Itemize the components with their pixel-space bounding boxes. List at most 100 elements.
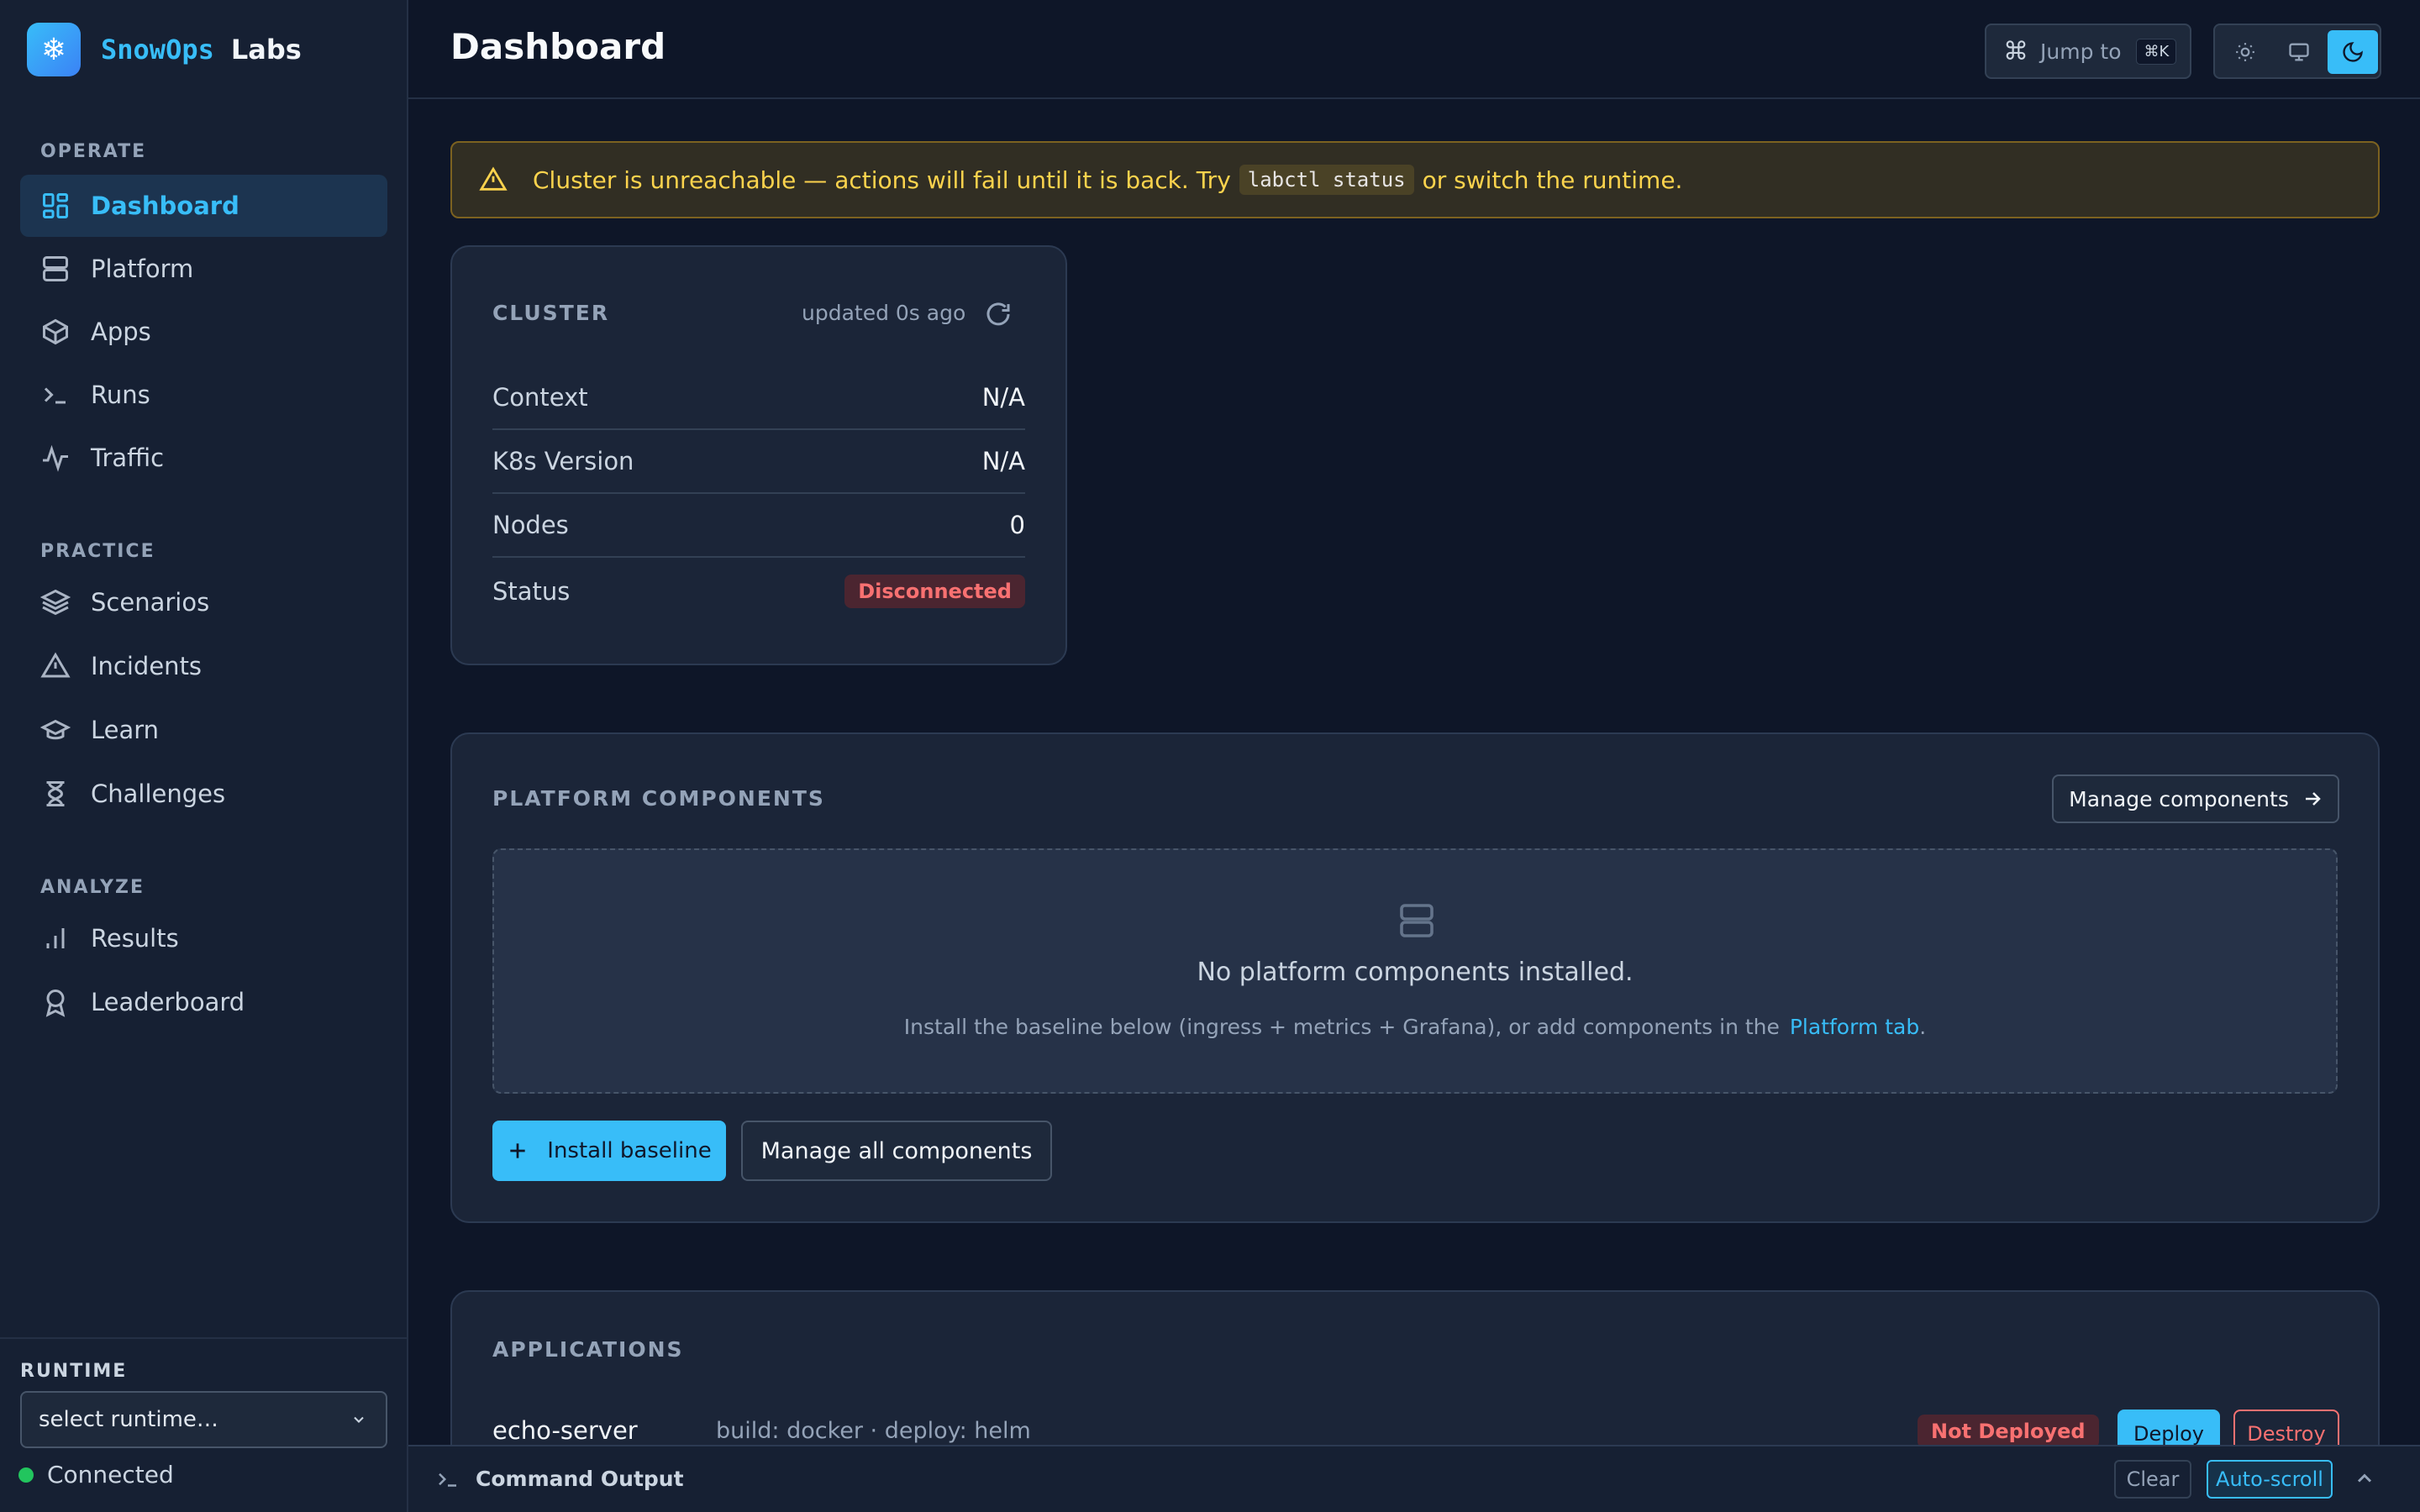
theme-dark-button[interactable] — [2328, 30, 2378, 74]
cluster-row-nodes: Nodes 0 — [492, 494, 1025, 558]
sidebar-item-label: Results — [91, 924, 179, 953]
sidebar-item-label: Learn — [91, 716, 160, 744]
sidebar-item-apps[interactable]: Apps — [20, 301, 387, 363]
dashboard-icon — [40, 191, 71, 221]
sidebar-item-dashboard[interactable]: Dashboard — [20, 175, 387, 237]
sidebar-item-label: Traffic — [91, 444, 165, 472]
command-key-icon: ⌘ — [2003, 36, 2028, 66]
refresh-icon[interactable] — [983, 299, 1013, 329]
cluster-row-value: 0 — [1009, 511, 1025, 539]
auto-scroll-label: Auto-scroll — [2216, 1467, 2323, 1491]
hourglass-icon — [40, 779, 71, 809]
theme-system-button[interactable] — [2274, 30, 2324, 74]
alert-command: labctl status — [1239, 165, 1414, 195]
jump-to-button[interactable]: ⌘ Jump to ⌘K — [1985, 24, 2191, 79]
activity-icon — [40, 443, 71, 473]
cluster-row-status: Status Disconnected — [492, 559, 1025, 623]
platform-components-card: PLATFORM COMPONENTS Manage components No… — [450, 732, 2380, 1223]
sidebar: ❄ SnowOps Labs OPERATE Dashboard Platform… — [0, 0, 408, 1512]
cluster-card: CLUSTER updated 0s ago Context N/A K8s V… — [450, 245, 1067, 665]
cluster-row-label: Status — [492, 577, 571, 606]
theme-light-button[interactable] — [2220, 30, 2270, 74]
command-output-bar[interactable]: Command Output Clear Auto-scroll — [408, 1445, 2420, 1512]
empty-state-text: Install the baseline below (ingress + me… — [903, 1015, 1780, 1039]
deploy-label: Deploy — [2133, 1422, 2205, 1446]
empty-state-title: No platform components installed. — [1197, 958, 1634, 987]
platform-tab-link[interactable]: Platform tab — [1790, 1015, 1919, 1039]
cluster-row-context: Context N/A — [492, 366, 1025, 430]
cluster-row-value: N/A — [981, 447, 1025, 475]
manage-components-label: Manage components — [2069, 786, 2289, 811]
page-title: Dashboard — [450, 26, 666, 67]
brand-name-primary: SnowOps — [101, 34, 214, 66]
manage-all-components-label: Manage all components — [760, 1137, 1033, 1164]
cluster-row-label: K8s Version — [492, 447, 634, 475]
sidebar-item-label: Apps — [91, 318, 151, 346]
cluster-updated-time: updated 0s ago — [802, 301, 966, 325]
moon-icon — [2341, 40, 2365, 64]
applications-card-title: APPLICATIONS — [492, 1337, 684, 1362]
destroy-label: Destroy — [2247, 1422, 2326, 1446]
sidebar-item-label: Platform — [91, 255, 194, 283]
app-status-badge: Not Deployed — [1918, 1415, 2099, 1448]
sidebar-item-label: Challenges — [91, 780, 226, 808]
status-dot-icon — [18, 1467, 34, 1483]
cluster-card-title: CLUSTER — [492, 301, 610, 325]
plus-icon — [507, 1140, 529, 1162]
terminal-icon — [40, 380, 71, 410]
topbar: Dashboard ⌘ Jump to ⌘K — [408, 0, 2420, 99]
nav-section-operate: OPERATE — [40, 141, 147, 162]
runtime-panel: RUNTIME select runtime… Connected — [0, 1337, 407, 1512]
manage-all-components-button[interactable]: Manage all components — [741, 1121, 1052, 1181]
graduation-cap-icon — [40, 715, 71, 745]
cluster-row-label: Nodes — [492, 511, 569, 539]
runtime-select-value: select runtime… — [39, 1407, 218, 1432]
cluster-row-value: N/A — [981, 383, 1025, 412]
chevron-up-icon[interactable] — [2353, 1467, 2376, 1490]
brand[interactable]: ❄ SnowOps Labs — [27, 23, 302, 76]
theme-switcher — [2213, 24, 2381, 79]
arrow-right-icon — [2302, 789, 2323, 809]
jump-shortcut: ⌘K — [2136, 38, 2177, 65]
manage-components-button[interactable]: Manage components — [2052, 774, 2339, 823]
runtime-select[interactable]: select runtime… — [20, 1391, 387, 1448]
status-badge: Disconnected — [844, 575, 1025, 608]
app-meta: build: docker · deploy: helm — [716, 1418, 1031, 1444]
cluster-unreachable-alert: Cluster is unreachable — actions will fa… — [450, 141, 2380, 218]
snowflake-logo-icon: ❄ — [27, 23, 81, 76]
platform-empty-state: No platform components installed. Instal… — [492, 848, 2338, 1094]
runtime-label: RUNTIME — [20, 1361, 128, 1382]
sidebar-item-platform[interactable]: Platform — [20, 238, 387, 300]
server-icon — [1397, 900, 1437, 941]
bar-chart-icon — [40, 923, 71, 953]
cluster-row-k8s-version: K8s Version N/A — [492, 430, 1025, 494]
install-baseline-label: Install baseline — [547, 1138, 712, 1163]
sidebar-item-leaderboard[interactable]: Leaderboard — [20, 971, 387, 1033]
sidebar-item-learn[interactable]: Learn — [20, 699, 387, 761]
empty-state-description: Install the baseline below (ingress + me… — [494, 1015, 2336, 1039]
cluster-row-label: Context — [492, 383, 588, 412]
clear-label: Clear — [2126, 1467, 2180, 1491]
chevron-down-icon — [350, 1411, 367, 1428]
platform-card-title: PLATFORM COMPONENTS — [492, 786, 825, 811]
warning-icon — [479, 165, 508, 194]
sidebar-item-label: Leaderboard — [91, 988, 245, 1016]
sidebar-item-results[interactable]: Results — [20, 907, 387, 969]
auto-scroll-toggle[interactable]: Auto-scroll — [2207, 1460, 2333, 1499]
clear-button[interactable]: Clear — [2114, 1460, 2191, 1499]
sun-icon — [2234, 41, 2256, 63]
install-baseline-button[interactable]: Install baseline — [492, 1121, 726, 1181]
sidebar-item-runs[interactable]: Runs — [20, 364, 387, 426]
command-output-title: Command Output — [476, 1467, 684, 1491]
award-icon — [40, 987, 71, 1017]
connection-status-label: Connected — [47, 1461, 174, 1488]
brand-name-secondary: Labs — [230, 34, 302, 66]
sidebar-item-label: Dashboard — [91, 192, 239, 220]
sidebar-item-scenarios[interactable]: Scenarios — [20, 571, 387, 633]
sidebar-item-label: Runs — [91, 381, 150, 409]
sidebar-item-challenges[interactable]: Challenges — [20, 763, 387, 825]
sidebar-item-traffic[interactable]: Traffic — [20, 427, 387, 489]
warning-icon — [40, 651, 71, 681]
alert-text-after: or switch the runtime. — [1422, 165, 1683, 194]
sidebar-item-incidents[interactable]: Incidents — [20, 635, 387, 697]
